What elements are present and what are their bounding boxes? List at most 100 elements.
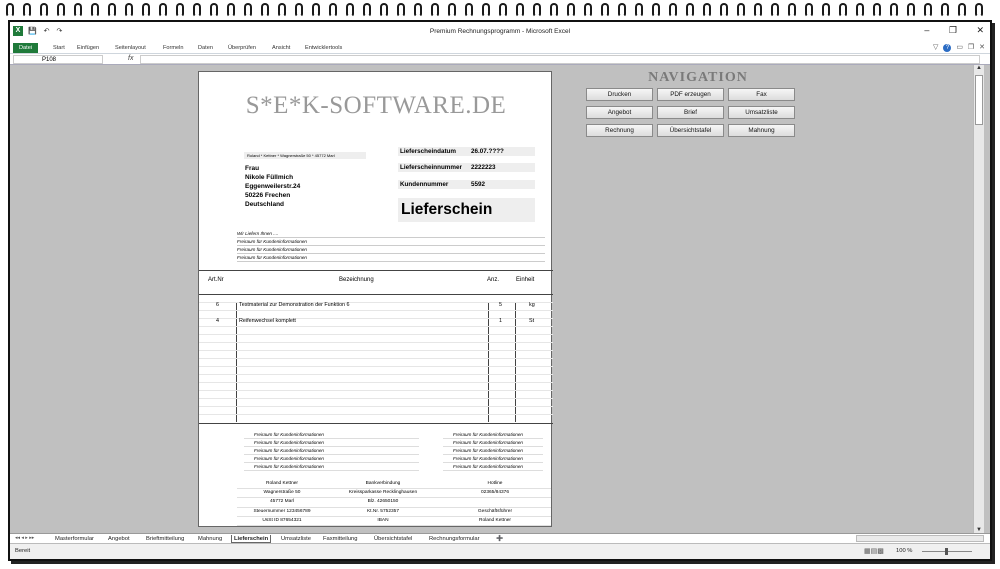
footer-hotline-line [439,498,551,508]
binder-ring [176,3,184,17]
view-mode-icons[interactable]: ▦▤▩ [864,547,884,555]
drucken-button[interactable]: Drucken [586,88,653,101]
info-date: Lieferscheindatum 26.07.???? [398,147,535,156]
footer-bank-line: IBAN [327,517,439,527]
workbook-minimize-icon[interactable]: ▭ [956,44,963,51]
new-sheet-icon[interactable]: ➕ [496,535,503,543]
row1-art: 6 [216,302,219,308]
free-line: Freiraum für Kundeninformationen [237,254,545,262]
company-logo: S*E*K-SOFTWARE.DE [245,92,507,119]
function-icon[interactable]: fx [128,55,133,62]
rechnung-button[interactable]: Rechnung [586,124,653,137]
table-row-line [199,350,553,351]
close-button[interactable]: ✕ [976,25,984,35]
binder-ring [618,3,626,17]
zoom-level[interactable]: 100 % [896,548,912,554]
footer-hotline: Hotline 02365/84376 Geschäftsführer Rola… [439,480,551,527]
table-row-line [199,406,553,407]
table-row-line [199,398,553,399]
binder-ring [720,3,728,17]
footer-company-line: Steuernummer 123456789 [237,508,327,517]
vertical-scrollbar[interactable]: ▲ ▼ [973,65,984,533]
binder-ring [958,3,966,17]
binder-ring [499,3,507,17]
pdf-button[interactable]: PDF erzeugen [657,88,724,101]
binder-ring [805,3,813,17]
sheet-tab-masterformular[interactable]: Masterformular [55,535,94,543]
ribbon-collapse-icon[interactable]: ▽ [933,44,938,51]
row1-unit: kg [529,302,535,308]
table-row-line [199,414,553,415]
row2-unit: St [529,318,535,324]
info-customer-label: Kundennummer [400,181,449,188]
minimize-button[interactable]: – [924,25,929,35]
sheet-tab-faxmitteilung[interactable]: Faxmitteilung [323,535,357,543]
binder-ring [142,3,150,17]
footer-bank-line: Kt.Nr. 5752357 [327,508,439,517]
tab-daten[interactable]: Daten [198,43,213,53]
footer-bank-line: Blz. 42650150 [327,498,439,508]
delivery-note-page[interactable]: S*E*K-SOFTWARE.DE Roland * Kettner * Wag… [198,71,553,527]
tab-entwicklertools[interactable]: Entwicklertools [305,43,342,53]
binder-ring [652,3,660,17]
umsatzliste-button[interactable]: Umsatzliste [728,106,795,119]
name-box[interactable]: P108 [13,55,103,64]
binder-ring [193,3,201,17]
binder-ring [244,3,252,17]
zoom-slider-knob[interactable] [945,548,948,555]
tab-formeln[interactable]: Formeln [163,43,184,53]
binder-ring [856,3,864,17]
fax-button[interactable]: Fax [728,88,795,101]
binder-ring [431,3,439,17]
footer-free-left: Freiraum für Kundeninformationen [244,463,419,471]
formula-input[interactable] [140,55,980,64]
sheet-tab-lieferschein[interactable]: Lieferschein [231,535,272,543]
help-icon[interactable]: ? [943,44,952,52]
maximize-button[interactable]: ❐ [949,25,957,35]
binder-ring [329,3,337,17]
angebot-button[interactable]: Angebot [586,106,653,119]
binder-ring [210,3,218,17]
sheet-nav-arrows-icon[interactable]: ◂◂ ◂ ▸ ▸▸ [15,535,34,541]
workbook-close-icon[interactable]: ✕ [979,44,985,51]
info-number: Lieferscheinnummer 2222223 [398,163,535,172]
sheet-tabs-bar: ◂◂ ◂ ▸ ▸▸ Masterformular Angebot Brieftm… [10,533,990,543]
recipient-address: Frau Nikole Füllmich Eggenweilerstr.24 5… [245,164,300,209]
tab-ansicht[interactable]: Ansicht [272,43,290,53]
scroll-thumb[interactable] [975,75,983,125]
table-bottom-rule [199,423,553,424]
binder-ring [924,3,932,17]
info-date-label: Lieferscheindatum [400,148,456,155]
sheet-tab-rechnungsformular[interactable]: Rechnungsformular [429,535,480,543]
scroll-up-icon[interactable]: ▲ [976,65,982,71]
sheet-tab-angebot[interactable]: Angebot [108,535,130,543]
binder-ring [40,3,48,17]
binder-ring [23,3,31,17]
sheet-tab-umsatzliste[interactable]: Umsatzliste [281,535,311,543]
binder-ring [346,3,354,17]
footer-free-right: Freiraum für Kundeninformationen [443,455,543,463]
tab-einfuegen[interactable]: Einfügen [77,43,99,53]
tab-seitenlayout[interactable]: Seitenlayout [115,43,146,53]
table-row-line [199,374,553,375]
binder-ring [295,3,303,17]
brief-button[interactable]: Brief [657,106,724,119]
footer-company-line: Wagnerstraße 50 [237,489,327,499]
tab-start[interactable]: Start [53,43,65,53]
mahnung-button[interactable]: Mahnung [728,124,795,137]
tab-datei[interactable]: Datei [13,43,39,53]
sheet-tab-brieftmitteilung[interactable]: Brieftmitteilung [146,535,184,543]
sheet-tab-uebersichtstafel[interactable]: Übersichtstafel [374,535,412,543]
col-divider [488,302,489,422]
table-row-line [199,334,553,335]
binder-ring [6,3,14,17]
horizontal-scrollbar[interactable] [856,535,984,542]
workbook-restore-icon[interactable]: ❐ [968,44,974,51]
navigation-title: NAVIGATION [648,70,748,85]
uebersichtstafel-button[interactable]: Übersichtstafel [657,124,724,137]
binder-ring [873,3,881,17]
footer-bank-line: Kreissparkasse Recklinghausen [327,489,439,499]
tab-ueberpruefen[interactable]: Überprüfen [228,43,256,53]
footer-free-left: Freiraum für Kundeninformationen [244,447,419,455]
sheet-tab-mahnung[interactable]: Mahnung [198,535,222,543]
